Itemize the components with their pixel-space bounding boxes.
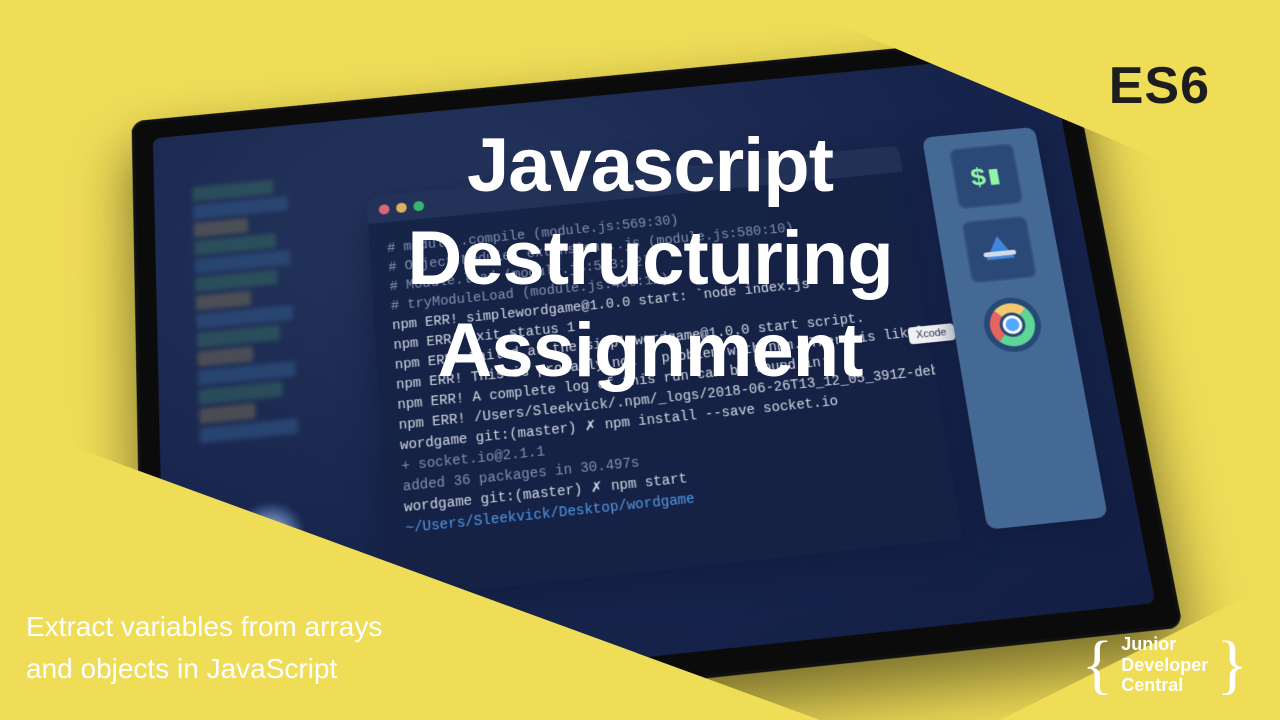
brace-open-icon: {: [1082, 632, 1114, 698]
brace-close-icon: }: [1216, 632, 1248, 698]
title-line-2: Destructuring: [280, 213, 1020, 306]
subtitle-line-2: and objects in JavaScript: [26, 648, 382, 690]
brand-line-1: Junior: [1121, 634, 1208, 655]
es6-badge: ES6: [1109, 56, 1210, 116]
brand-logo: { Junior Developer Central }: [1082, 632, 1248, 698]
brand-line-2: Developer: [1121, 655, 1208, 676]
subtitle-line-1: Extract variables from arrays: [26, 606, 382, 648]
thumbnail-stage: # module .compile (module.js:569:30)# Ob…: [0, 0, 1280, 720]
yellow-corner-top-left: [0, 0, 260, 170]
subtitle: Extract variables from arrays and object…: [26, 606, 382, 690]
title-line-3: Assignment: [280, 305, 1020, 398]
brand-line-3: Central: [1121, 675, 1208, 696]
title-line-1: Javascript: [280, 120, 1020, 213]
main-title: Javascript Destructuring Assignment: [280, 120, 1020, 398]
